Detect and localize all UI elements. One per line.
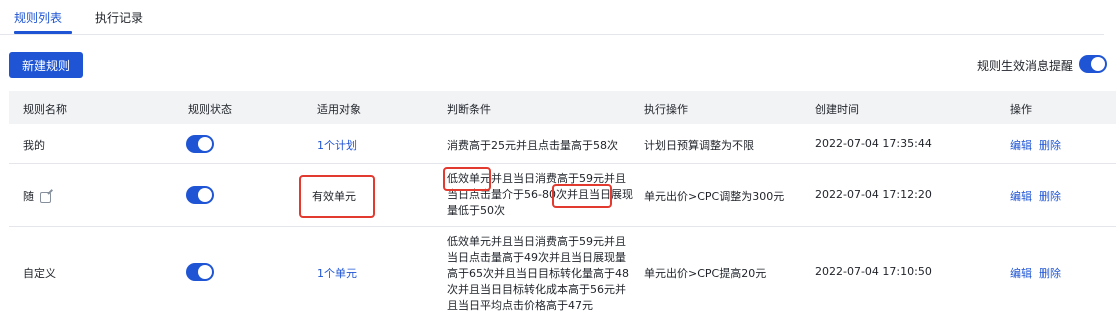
col-created: 创建时间: [815, 103, 859, 116]
rule-status-toggle[interactable]: [186, 186, 214, 204]
condition-text: 低效单元并且当日消费高于59元并且当日点击量高于49次并且当日展现量高于65次并…: [447, 235, 629, 312]
notify-toggle[interactable]: [1079, 55, 1107, 73]
rule-name: 自定义: [23, 267, 56, 280]
action-text: 计划日预算调整为不限: [644, 139, 754, 152]
col-condition: 判断条件: [447, 103, 491, 116]
rule-name: 随: [23, 190, 34, 203]
rule-name: 我的: [23, 139, 45, 152]
rule-status-toggle[interactable]: [186, 135, 214, 153]
tab-bar: 规则列表 执行记录: [0, 0, 1104, 35]
new-rule-button[interactable]: 新建规则: [9, 52, 83, 78]
tab-execution-log[interactable]: 执行记录: [95, 9, 143, 26]
created-time: 2022-07-04 17:12:20: [815, 188, 932, 201]
tab-rule-list[interactable]: 规则列表: [14, 9, 62, 26]
condition-text: 消费高于25元并且点击量高于58次: [447, 139, 618, 152]
action-text: 单元出价>CPC调整为300元: [644, 190, 785, 203]
action-text: 单元出价>CPC提高20元: [644, 267, 767, 280]
rule-name-cell: 随: [23, 188, 51, 204]
col-rule-name: 规则名称: [23, 103, 67, 116]
col-operations: 操作: [1010, 103, 1032, 116]
table-row: 自定义 1个单元 低效单元并且当日消费高于59元并且当日点击量高于49次并且当日…: [9, 227, 1116, 315]
delete-link[interactable]: 删除: [1039, 137, 1061, 153]
delete-link[interactable]: 删除: [1039, 265, 1061, 281]
edit-link[interactable]: 编辑: [1010, 265, 1032, 281]
target-link[interactable]: 1个计划: [317, 137, 357, 153]
edit-link[interactable]: 编辑: [1010, 137, 1032, 153]
target-link[interactable]: 1个单元: [317, 265, 357, 281]
table-row: 我的 1个计划 消费高于25元并且点击量高于58次 计划日预算调整为不限 202…: [9, 124, 1116, 164]
created-time: 2022-07-04 17:35:44: [815, 137, 932, 150]
col-target: 适用对象: [317, 103, 361, 116]
edit-link[interactable]: 编辑: [1010, 188, 1032, 204]
table-header: 规则名称 规则状态 适用对象 判断条件 执行操作 创建时间 操作: [9, 91, 1116, 124]
table-row: 随 有效单元 低效单元并且当日消费高于59元并且当日点击量介于56-80次并且当…: [9, 164, 1116, 227]
target-text: 有效单元: [312, 190, 356, 203]
delete-link[interactable]: 删除: [1039, 188, 1061, 204]
edit-name-icon[interactable]: [40, 191, 51, 203]
col-action: 执行操作: [644, 103, 688, 116]
condition-text: 低效单元并且当日消费高于59元并且当日点击量介于56-80次并且当日展现量低于5…: [447, 172, 633, 217]
notify-label: 规则生效消息提醒: [977, 59, 1074, 73]
active-tab-indicator: [14, 31, 72, 34]
rule-status-toggle[interactable]: [186, 263, 214, 281]
created-time: 2022-07-04 17:10:50: [815, 265, 932, 278]
col-rule-status: 规则状态: [188, 103, 232, 116]
